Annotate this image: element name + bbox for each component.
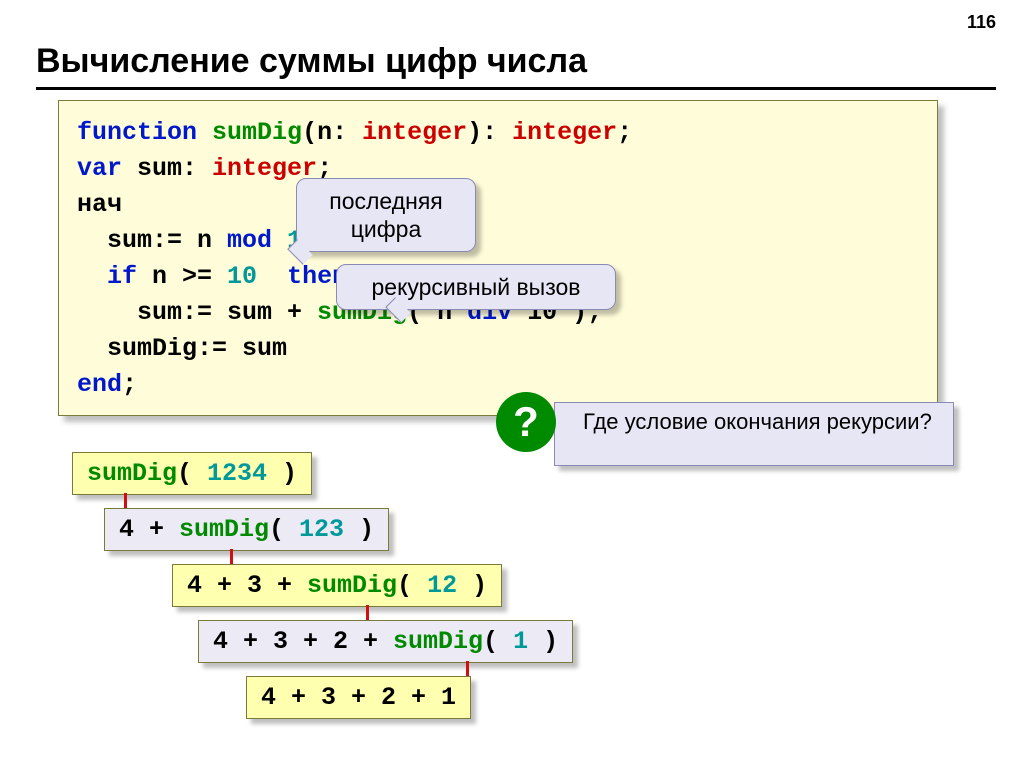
kw-if: if: [107, 262, 137, 291]
fn-name: sumDig: [393, 627, 483, 656]
callout-recursive-call: рекурсивный вызов: [336, 264, 616, 310]
connector-line-icon: [230, 549, 233, 564]
num-literal: 123: [299, 515, 344, 544]
callout-label: рекурсивный вызов: [371, 274, 580, 300]
text: ): [344, 515, 374, 544]
text: sumDig:= sum: [77, 334, 287, 363]
connector-line-icon: [124, 493, 127, 508]
fn-name: sumDig: [197, 118, 302, 147]
callout-label: последняя цифра: [329, 188, 442, 242]
text: 4 + 3 +: [187, 571, 307, 600]
fn-name: sumDig: [179, 515, 269, 544]
code-block: function sumDig(n: integer): integer; va…: [58, 100, 938, 416]
question-note: Где условие окончания рекурсии?: [554, 402, 954, 466]
num-literal: 1234: [207, 459, 267, 488]
text: 4 + 3 + 2 +: [213, 627, 393, 656]
title-divider: [36, 87, 996, 90]
kw-var: var: [77, 154, 122, 183]
kw-function: function: [77, 118, 197, 147]
recursion-step-4: 4 + 3 + 2 + sumDig( 1 ): [198, 620, 573, 663]
text: [77, 262, 107, 291]
text: (: [483, 627, 513, 656]
recursion-step-2: 4 + sumDig( 123 ): [104, 508, 389, 551]
callout-last-digit: последняя цифра: [296, 178, 476, 252]
page-title: Вычисление суммы цифр числа: [36, 42, 587, 81]
text: sum:= n: [77, 226, 227, 255]
kw-integer: integer: [362, 118, 467, 147]
recursion-step-1: sumDig( 1234 ): [72, 452, 312, 495]
recursion-step-5: 4 + 3 + 2 + 1: [246, 676, 471, 719]
text: 4 +: [119, 515, 179, 544]
text: ): [528, 627, 558, 656]
kw-mod: mod: [227, 226, 272, 255]
text: ):: [467, 118, 512, 147]
text: ): [457, 571, 487, 600]
question-mark: ?: [513, 398, 539, 446]
code-content: function sumDig(n: integer): integer; va…: [77, 115, 919, 403]
kw-begin-ru: нач: [77, 190, 122, 219]
text: ): [267, 459, 297, 488]
num-literal: 1: [513, 627, 528, 656]
text: n >=: [137, 262, 227, 291]
text: sum:= sum +: [77, 298, 317, 327]
question-text: Где условие окончания рекурсии?: [583, 409, 932, 434]
connector-line-icon: [466, 661, 469, 676]
text: ;: [122, 370, 137, 399]
text: (: [397, 571, 427, 600]
fn-name: sumDig: [87, 459, 177, 488]
text: [257, 262, 287, 291]
fn-name: sumDig: [307, 571, 397, 600]
kw-integer: integer: [512, 118, 617, 147]
kw-end: end: [77, 370, 122, 399]
text: 4 + 3 + 2 + 1: [261, 683, 456, 712]
text: ;: [617, 118, 632, 147]
num-literal: 12: [427, 571, 457, 600]
question-badge-icon: ?: [496, 392, 556, 452]
text: (: [269, 515, 299, 544]
text: sum:: [122, 154, 212, 183]
page-number: 116: [967, 12, 996, 33]
recursion-step-3: 4 + 3 + sumDig( 12 ): [172, 564, 502, 607]
num-literal: 10: [227, 262, 257, 291]
text: (n:: [302, 118, 362, 147]
connector-line-icon: [366, 605, 369, 620]
text: (: [177, 459, 207, 488]
